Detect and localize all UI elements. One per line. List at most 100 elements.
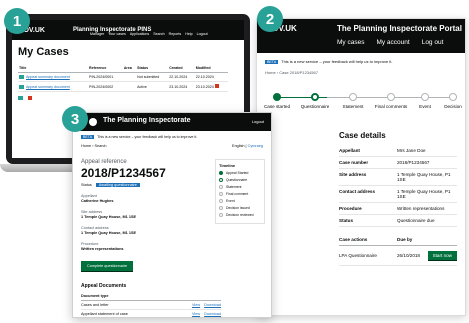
case-link[interactable]: Appeal summary document bbox=[26, 85, 70, 89]
logout-link[interactable]: Logout bbox=[252, 119, 264, 124]
add-icon[interactable] bbox=[18, 96, 23, 101]
welsh-link[interactable]: Cymraeg bbox=[248, 144, 263, 148]
step-icon bbox=[219, 199, 223, 203]
download-link[interactable]: Download bbox=[204, 303, 221, 307]
nav-item[interactable]: Logout bbox=[197, 32, 208, 36]
case-link[interactable]: Appeal summary document bbox=[26, 75, 70, 79]
status-cell: Active bbox=[136, 81, 169, 93]
status-badge: Awaiting questionnaire bbox=[95, 183, 140, 187]
phase-tag: BETA bbox=[265, 60, 279, 64]
step-badge-3: 3 bbox=[62, 106, 88, 132]
timeline-item: Decision reviewed bbox=[219, 213, 261, 217]
timeline: Timeline Appeal Started Questionnaire St… bbox=[215, 159, 265, 224]
complete-questionnaire-button[interactable]: Complete questionnaire bbox=[81, 261, 134, 271]
remove-icon[interactable] bbox=[28, 96, 32, 101]
step-current-icon bbox=[219, 178, 223, 182]
timeline-item: Final comment bbox=[219, 192, 261, 196]
step-icon bbox=[349, 93, 357, 101]
column-header: Modified bbox=[194, 64, 228, 73]
detail-row: Site address 1 Temple Quay House, P1 1SE bbox=[339, 169, 457, 186]
step-badge-2: 2 bbox=[257, 6, 283, 32]
service-name: The Planning Inspectorate Portal bbox=[337, 24, 462, 33]
nav-item[interactable]: Reports bbox=[169, 32, 182, 36]
step-current-icon bbox=[311, 93, 319, 101]
breadcrumb-home[interactable]: Home bbox=[81, 144, 91, 148]
top-nav: My cases My account Log out bbox=[337, 39, 443, 46]
banner-text: This is a new service – your feedback wi… bbox=[281, 59, 393, 64]
column-header: Created bbox=[168, 64, 195, 73]
appeal-reference: 2018/P1234567 bbox=[81, 166, 166, 180]
document-row: Appellant statement of case View Download bbox=[81, 310, 221, 317]
nav-my-account[interactable]: My account bbox=[376, 39, 409, 46]
add-case-controls bbox=[18, 96, 238, 101]
folder-icon bbox=[19, 75, 24, 80]
sub-nav: Home › Search English | Cymraeg bbox=[81, 144, 263, 148]
created-cell: 22.10.2024 bbox=[168, 72, 195, 83]
start-now-button[interactable]: Start now bbox=[427, 251, 457, 260]
appellant-field: Appellant Catherine Hughes bbox=[81, 194, 114, 203]
timeline-title: Timeline bbox=[219, 163, 236, 168]
appeal-summary: Appeal reference 2018/P1234567 Status Awa… bbox=[81, 159, 209, 272]
nav-item[interactable]: Help bbox=[185, 32, 192, 36]
actions-header: Case actions Due by bbox=[339, 237, 457, 246]
reference-cell: PIN-2024/0001 bbox=[88, 72, 123, 83]
nav-item[interactable]: Your cases bbox=[108, 32, 126, 36]
breadcrumb-case[interactable]: Case 2018/P1234567 bbox=[279, 70, 318, 75]
nav-item[interactable]: Search bbox=[153, 32, 164, 36]
action-name: LPA Questionnaire bbox=[339, 253, 377, 258]
contact-address-field: Contact address 1 Temple Quay House, M1 1… bbox=[81, 226, 137, 235]
view-link[interactable]: View bbox=[192, 303, 200, 307]
header-bar: The Planning Inspectorate Logout bbox=[73, 113, 271, 131]
phase-tag: BETA bbox=[81, 135, 95, 139]
timeline-item: Decision issued bbox=[219, 206, 261, 210]
language-switcher: English | Cymraeg bbox=[232, 144, 263, 148]
breadcrumb: Home › Case 2018/P1234567 bbox=[265, 70, 318, 75]
case-details: Case details Appellant Mrs Jane Doe Case … bbox=[339, 131, 457, 266]
table-row[interactable]: Appeal summary document PIN-2024/0002 Ac… bbox=[18, 81, 228, 93]
step-icon bbox=[219, 206, 223, 210]
download-link[interactable]: Download bbox=[204, 312, 221, 316]
section-heading: Case details bbox=[339, 131, 386, 140]
table-row[interactable]: Appeal summary document PIN-2024/0001 No… bbox=[18, 72, 228, 83]
crest-icon bbox=[89, 118, 97, 126]
modified-cell: 22.10.2024 bbox=[194, 72, 228, 83]
check-icon bbox=[219, 171, 223, 175]
delete-icon[interactable] bbox=[214, 84, 219, 89]
check-icon bbox=[273, 93, 281, 101]
table-header-row: Title Reference Area Status Created Modi… bbox=[18, 64, 228, 73]
service-name: The Planning Inspectorate bbox=[103, 117, 191, 124]
caption: Appeal reference bbox=[81, 159, 127, 165]
area-cell bbox=[122, 81, 137, 93]
created-cell: 23.10.2024 bbox=[168, 81, 195, 93]
top-nav: Manager Your cases Applications Search R… bbox=[90, 32, 208, 36]
area-cell bbox=[122, 72, 137, 83]
reference-cell: PIN-2024/0002 bbox=[88, 81, 123, 93]
cases-table: Title Reference Area Status Created Modi… bbox=[18, 64, 228, 93]
column-header: Title bbox=[18, 64, 89, 73]
banner-text: This is a new service – your feedback wi… bbox=[97, 135, 198, 139]
status: Status Awaiting questionnaire bbox=[81, 183, 209, 187]
phase-banner: BETA This is a new service – your feedbac… bbox=[265, 59, 457, 64]
step-decision: Decision bbox=[428, 93, 465, 109]
step-icon bbox=[219, 185, 223, 189]
breadcrumb-search[interactable]: Search bbox=[95, 144, 107, 148]
column-header: Status bbox=[136, 64, 169, 73]
step-badge-1: 1 bbox=[4, 8, 30, 34]
step-icon bbox=[449, 93, 457, 101]
view-link[interactable]: View bbox=[192, 312, 200, 316]
nav-my-cases[interactable]: My cases bbox=[337, 39, 364, 46]
breadcrumb-home[interactable]: Home bbox=[265, 70, 276, 75]
appeal-reference-screen: The Planning Inspectorate Logout BETA Thi… bbox=[72, 112, 272, 318]
detail-row: Procedure Written representations bbox=[339, 203, 457, 215]
detail-row: Contact address 1 Temple Quay House, P1 1… bbox=[339, 186, 457, 203]
appeal-documents: Appeal Documents Document type Cases and… bbox=[81, 283, 221, 317]
modified-cell: 23.10.2024 bbox=[195, 85, 214, 90]
procedure-field: Procedure Written representations bbox=[81, 242, 124, 251]
nav-log-out[interactable]: Log out bbox=[422, 39, 444, 46]
progress-stepper: Case started Questionnaire Statement Fin… bbox=[257, 79, 465, 127]
header-bar: GOV.UK The Planning Inspectorate Portal … bbox=[257, 19, 465, 53]
nav-item[interactable]: Manager bbox=[90, 32, 104, 36]
column-header: Area bbox=[122, 64, 137, 73]
nav-item[interactable]: Applications bbox=[130, 32, 149, 36]
timeline-item: Event bbox=[219, 199, 261, 203]
